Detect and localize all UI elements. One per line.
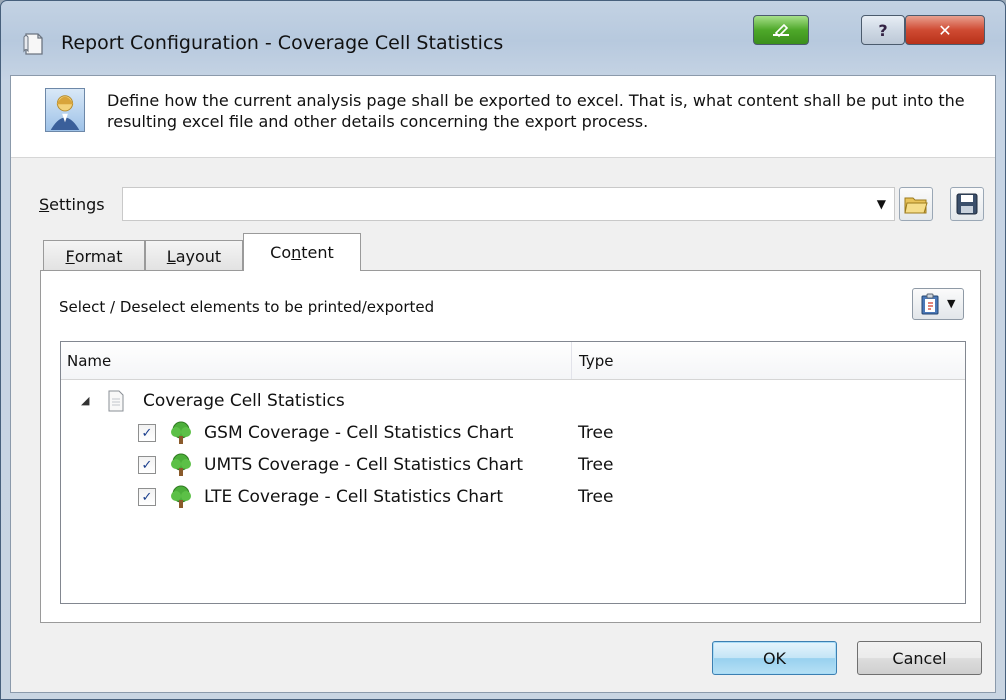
folder-open-icon <box>904 197 928 214</box>
tree-item-label: UMTS Coverage - Cell Statistics Chart <box>204 455 524 475</box>
document-icon <box>108 390 124 412</box>
chevron-down-icon: ▼ <box>947 297 956 310</box>
help-button[interactable]: ? <box>861 15 905 45</box>
panel-caption: Select / Deselect elements to be printed… <box>59 298 435 316</box>
collapse-triangle-icon[interactable]: ◢ <box>81 386 89 416</box>
tree-root-row[interactable]: ◢ Coverage Cell Statistics <box>61 386 965 416</box>
open-settings-button[interactable] <box>899 187 933 221</box>
tree-item-type: Tree <box>578 455 614 475</box>
help-icon: ? <box>878 20 888 40</box>
tab-content-prefix: Co <box>270 243 292 262</box>
pen-icon <box>773 23 789 38</box>
header-band: Define how the current analysis page sha… <box>11 76 995 158</box>
user-icon <box>45 88 85 132</box>
floppy-disk-icon <box>956 193 978 215</box>
header-description: Define how the current analysis page sha… <box>107 91 965 131</box>
tab-layout-label: ayout <box>175 247 222 266</box>
ok-button[interactable]: OK <box>712 641 837 675</box>
tree-item-type: Tree <box>578 423 614 443</box>
tree-root-label: Coverage Cell Statistics <box>143 391 345 411</box>
settings-label: Settings <box>39 195 105 214</box>
tree-icon <box>171 453 191 476</box>
dialog-client-area: Define how the current analysis page sha… <box>10 75 996 693</box>
tab-content-mnemonic: n <box>291 243 302 262</box>
close-button[interactable]: ✕ <box>905 15 985 45</box>
settings-mnemonic: S <box>39 195 50 214</box>
clipboard-menu-button[interactable]: ▼ <box>912 288 964 320</box>
column-header-type[interactable]: Type <box>579 352 613 370</box>
checkbox-gsm[interactable]: ✓ <box>138 424 156 442</box>
cancel-button[interactable]: Cancel <box>857 641 982 675</box>
tree-item-label: LTE Coverage - Cell Statistics Chart <box>204 487 504 507</box>
tab-layout-mnemonic: L <box>166 247 176 266</box>
tree-item-type: Tree <box>578 487 614 507</box>
settings-combobox[interactable]: ▼ <box>122 187 895 221</box>
checkbox-lte[interactable]: ✓ <box>138 488 156 506</box>
save-settings-button[interactable] <box>950 187 984 221</box>
grid-header: Name Type <box>61 342 965 380</box>
tree-icon <box>171 421 191 444</box>
title-bar[interactable]: Report Configuration - Coverage Cell Sta… <box>1 1 1005 75</box>
tab-format-label: ormat <box>74 247 123 266</box>
column-header-name[interactable]: Name <box>67 352 111 370</box>
tree-item-label: GSM Coverage - Cell Statistics Chart <box>204 423 514 443</box>
tab-layout[interactable]: Layout <box>145 240 243 272</box>
close-icon: ✕ <box>938 20 952 40</box>
tree-item-umts[interactable]: ✓ UMTS Coverage - Cell Statistics Chart … <box>61 450 965 480</box>
tab-content[interactable]: Co n tent <box>243 233 361 271</box>
chevron-down-icon[interactable]: ▼ <box>877 197 886 211</box>
report-page-icon <box>23 33 43 55</box>
tree-icon <box>171 485 191 508</box>
tree-item-gsm[interactable]: ✓ GSM Coverage - Cell Statistics Chart T… <box>61 418 965 448</box>
column-divider[interactable] <box>571 342 572 379</box>
tab-format[interactable]: Format <box>43 240 145 272</box>
dialog-window: Report Configuration - Coverage Cell Sta… <box>0 0 1006 700</box>
checkbox-umts[interactable]: ✓ <box>138 456 156 474</box>
clipboard-icon <box>921 293 939 315</box>
minimize-button[interactable] <box>753 15 809 45</box>
window-title: Report Configuration - Coverage Cell Sta… <box>61 32 504 54</box>
tree-item-lte[interactable]: ✓ LTE Coverage - Cell Statistics Chart T… <box>61 482 965 512</box>
settings-label-rest: ettings <box>49 195 105 214</box>
content-tree-grid: Name Type ◢ Coverage Cell Statistics ✓ G… <box>60 341 966 604</box>
tab-format-mnemonic: F <box>65 247 75 266</box>
tab-content-label: tent <box>301 243 334 262</box>
content-tab-panel: Select / Deselect elements to be printed… <box>40 270 981 623</box>
